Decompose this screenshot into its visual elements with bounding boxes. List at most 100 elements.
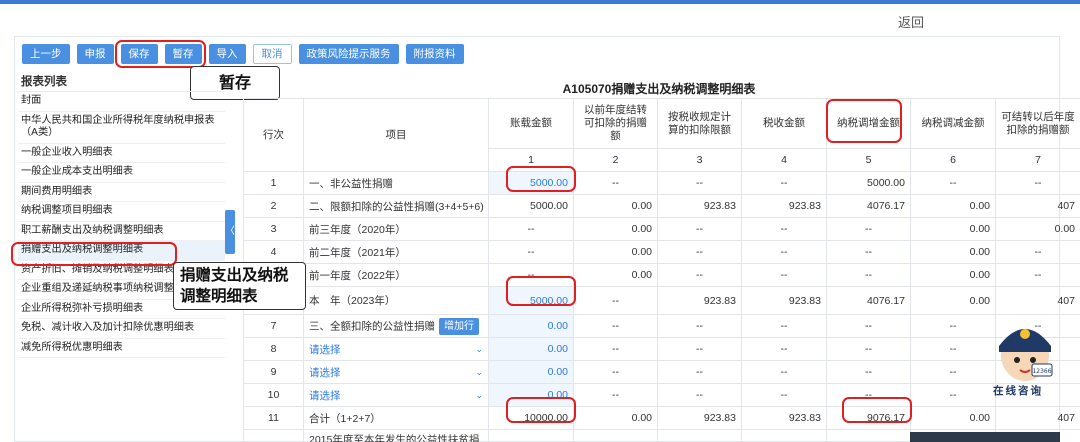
sidebar-title: 报表列表 bbox=[18, 72, 225, 92]
header-future: 可结转以后年度扣除的捐赠额 bbox=[995, 98, 1080, 149]
table-row: 5前一年度（2022年）--0.00------0.00-- bbox=[243, 263, 1080, 287]
header-book-amount: 账载金额 bbox=[488, 98, 574, 149]
toolbar: 上一步 申报 保存 暂存 导入 取消 政策风险提示服务 附报资料 bbox=[22, 44, 464, 64]
table-cell[interactable]: 0.00 bbox=[488, 383, 574, 407]
donee-select-box[interactable]: 请选择 ⌄ bbox=[309, 388, 483, 403]
row-item: 本 年（2023年） bbox=[303, 286, 489, 315]
table-cell: -- bbox=[910, 383, 996, 407]
top-accent-bar bbox=[0, 0, 1080, 4]
table-cell: 4076.17 bbox=[826, 194, 911, 218]
row-number: 1 bbox=[243, 171, 304, 195]
prev-step-button[interactable]: 上一步 bbox=[22, 44, 70, 64]
row-item-label: 三、全额扣除的公益性捐赠 bbox=[309, 319, 435, 332]
donee-select-box[interactable]: 请选择 ⌄ bbox=[309, 365, 483, 380]
select-placeholder: 请选择 bbox=[309, 366, 341, 379]
table-cell: -- bbox=[741, 383, 827, 407]
online-consult-label[interactable]: 在线咨询 bbox=[993, 383, 1043, 398]
save-button[interactable]: 保存 bbox=[120, 44, 158, 64]
table-cell: 923.83 bbox=[741, 286, 827, 315]
chevron-down-icon: ⌄ bbox=[475, 366, 483, 377]
table-cell: -- bbox=[741, 314, 827, 338]
table-cell[interactable]: 5000.00 bbox=[488, 171, 574, 195]
table-row: 4 前二年度（2021年） -- 0.00 -- -- -- 0.00 -- bbox=[243, 240, 1080, 264]
table-cell: -- bbox=[826, 360, 911, 384]
row-number: 10 bbox=[243, 383, 304, 407]
table-row: 8请选择⌄0.00------------ bbox=[243, 337, 1080, 361]
mascot-eye bbox=[1014, 357, 1020, 363]
table-cell: 923.83 bbox=[657, 286, 742, 315]
sidebar-item-period-expense[interactable]: 期间费用明细表 bbox=[18, 183, 225, 202]
table-cell[interactable]: 0.00 bbox=[488, 337, 574, 361]
table-cell[interactable]: 0.00 bbox=[488, 360, 574, 384]
donee-select[interactable]: 请选择 ⌄ bbox=[303, 383, 489, 407]
row-item: 三、全额扣除的公益性捐赠 增加行 bbox=[303, 314, 489, 338]
table-cell: -- bbox=[826, 314, 911, 338]
sidebar-item-cover[interactable]: 封面 bbox=[18, 92, 225, 112]
table-cell: 9076.17 bbox=[826, 406, 911, 430]
add-row-button[interactable]: 增加行 bbox=[439, 317, 479, 335]
header-limit: 按税收规定计算的扣除限额 bbox=[657, 98, 742, 149]
table-cell: -- bbox=[741, 337, 827, 361]
sidebar-item-tax-adjust[interactable]: 纳税调整项目明细表 bbox=[18, 202, 225, 222]
row-number: 9 bbox=[243, 360, 304, 384]
sidebar-collapse-handle[interactable]: 〈 bbox=[225, 210, 235, 254]
table-cell: -- bbox=[910, 360, 996, 384]
header-carryover: 以前年度结转可扣除的捐赠额 bbox=[573, 98, 658, 149]
sidebar-item-income[interactable]: 一般企业收入明细表 bbox=[18, 144, 225, 163]
table-cell: 407 bbox=[995, 406, 1080, 430]
table-cell: -- bbox=[995, 171, 1080, 195]
table-row: 1 一、非公益性捐赠 5000.00 -- -- -- 5000.00 -- -- bbox=[243, 171, 1080, 195]
table-cell bbox=[826, 429, 911, 442]
table-cell[interactable]: 5000.00 bbox=[488, 286, 574, 315]
attachments-button[interactable]: 附报资料 bbox=[405, 44, 464, 64]
sidebar-item-salary[interactable]: 职工薪酬支出及纳税调整明细表 bbox=[18, 222, 225, 241]
table-cell: 923.83 bbox=[657, 194, 742, 218]
back-link[interactable]: 返回 bbox=[898, 12, 924, 31]
donation-table: 行次 项目 账载金额 以前年度结转可扣除的捐赠额 按税收规定计算的扣除限额 税收… bbox=[243, 98, 1080, 442]
import-button[interactable]: 导入 bbox=[208, 44, 246, 64]
table-cell: -- bbox=[488, 217, 574, 241]
sidebar-item-reduction[interactable]: 减免所得税优惠明细表 bbox=[18, 339, 225, 358]
table-cell[interactable]: 0.00 bbox=[488, 314, 574, 338]
table-row: 9请选择⌄0.00------------ bbox=[243, 360, 1080, 384]
donee-select-box[interactable]: 请选择 ⌄ bbox=[309, 342, 483, 357]
table-cell: -- bbox=[573, 171, 658, 195]
row-item: 二、限额扣除的公益性捐赠(3+4+5+6) bbox=[303, 194, 489, 218]
table-cell: 0.00 bbox=[573, 194, 658, 218]
sidebar-item-cost[interactable]: 一般企业成本支出明细表 bbox=[18, 163, 225, 183]
table-cell bbox=[657, 429, 742, 442]
table-cell[interactable] bbox=[488, 429, 574, 442]
table-cell: -- bbox=[995, 240, 1080, 264]
col-number: 2 bbox=[573, 148, 658, 172]
sidebar-item-exempt[interactable]: 免税、减计收入及加计扣除优惠明细表 bbox=[18, 319, 225, 339]
table-cell: 0.00 bbox=[910, 406, 996, 430]
horizontal-scrollbar[interactable] bbox=[910, 432, 1060, 442]
row-number: 8 bbox=[243, 337, 304, 361]
header-row: 行次 项目 账载金额 以前年度结转可扣除的捐赠额 按税收规定计算的扣除限额 税收… bbox=[243, 98, 1080, 172]
donee-select[interactable]: 请选择 ⌄ bbox=[303, 337, 489, 361]
row-number bbox=[243, 429, 304, 442]
table-body: 1 一、非公益性捐赠 5000.00 -- -- -- 5000.00 -- -- 2 二、限额扣除… bbox=[243, 171, 1080, 442]
sidebar-item-main-form[interactable]: 中华人民共和国企业所得税年度纳税申报表（A类） bbox=[18, 112, 225, 144]
temp-save-button[interactable]: 暂存 bbox=[164, 44, 202, 64]
col-number: 4 bbox=[741, 148, 827, 172]
table-cell: 923.83 bbox=[657, 406, 742, 430]
donee-select[interactable]: 请选择 ⌄ bbox=[303, 360, 489, 384]
table-cell: -- bbox=[657, 171, 742, 195]
table-cell: 4076.17 bbox=[826, 286, 911, 315]
table-cell: 10000.00 bbox=[488, 406, 574, 430]
col-number: 5 bbox=[826, 148, 911, 172]
policy-risk-button[interactable]: 政策风险提示服务 bbox=[298, 44, 399, 64]
table-cell: -- bbox=[995, 263, 1080, 287]
table-cell: -- bbox=[910, 171, 996, 195]
declare-button[interactable]: 申报 bbox=[76, 44, 114, 64]
table-cell: 0.00 bbox=[573, 263, 658, 287]
table-cell: -- bbox=[573, 360, 658, 384]
table-cell: -- bbox=[657, 360, 742, 384]
table-cell: 0.00 bbox=[910, 194, 996, 218]
table-cell: 0.00 bbox=[910, 240, 996, 264]
table-cell: -- bbox=[488, 263, 574, 287]
header-row-no: 行次 bbox=[243, 98, 304, 172]
cancel-button[interactable]: 取消 bbox=[252, 44, 292, 64]
sidebar-item-donation[interactable]: 捐赠支出及纳税调整明细表 bbox=[18, 241, 225, 261]
